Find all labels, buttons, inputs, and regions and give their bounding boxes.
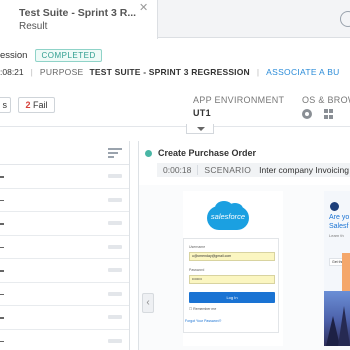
row-marker — [0, 317, 4, 319]
remember-me: ☐ Remember me — [189, 307, 217, 311]
loading-icon[interactable] — [340, 11, 350, 27]
tab-strip: Test Suite - Sprint 3 R... Result ✕ — [0, 0, 350, 39]
promo-heading-1: Are yo — [329, 214, 350, 221]
tab-subtitle: Result — [19, 21, 48, 32]
username-label: Username — [189, 245, 206, 249]
session-row: ession COMPLETED — [0, 48, 102, 62]
filter-fail-button[interactable]: 2 Fail — [18, 97, 55, 113]
close-icon[interactable]: ✕ — [139, 3, 148, 14]
step-duration: 0:00:18 — [157, 165, 199, 175]
list-item[interactable] — [0, 259, 129, 283]
row-indicator — [108, 221, 122, 225]
fail-label: Fail — [33, 100, 48, 110]
row-indicator — [108, 197, 122, 202]
list-item[interactable] — [0, 212, 129, 236]
list-item[interactable] — [0, 165, 129, 189]
header-divider — [0, 126, 350, 127]
salesforce-logo: salesforce — [207, 201, 249, 230]
tab-title: Test Suite - Sprint 3 R... — [19, 7, 137, 19]
sort-icon[interactable] — [108, 146, 122, 158]
row-indicator — [108, 315, 122, 319]
list-item[interactable] — [0, 283, 129, 306]
row-marker — [0, 246, 4, 248]
logo-text: salesforce — [210, 212, 246, 221]
scenario-name: Inter company Invoicing — [259, 165, 349, 175]
tab-test-suite-result[interactable]: Test Suite - Sprint 3 R... Result ✕ — [0, 0, 158, 39]
row-marker — [0, 293, 4, 295]
row-indicator — [108, 244, 122, 249]
app-environment-label: APP ENVIRONMENT — [193, 95, 285, 105]
promo-illustration-block — [342, 253, 350, 291]
row-marker — [0, 340, 4, 342]
windows-icon — [324, 109, 334, 119]
row-indicator — [108, 268, 122, 272]
status-dot-icon — [145, 150, 152, 157]
password-label: Password — [189, 268, 205, 272]
purpose-label: PURPOSE — [39, 67, 84, 77]
remember-label: Remember me — [193, 307, 217, 311]
collapse-toggle[interactable] — [186, 124, 214, 134]
purpose-row: :08:21 | PURPOSE TEST SUITE - SPRINT 3 R… — [0, 66, 340, 78]
associate-bug-link[interactable]: ASSOCIATE A BU — [266, 67, 339, 77]
row-marker — [0, 270, 4, 272]
scenario-label: SCENARIO — [204, 165, 252, 175]
username-field: u@cmenday@gmail.com — [189, 252, 275, 261]
session-time: :08:21 — [0, 67, 24, 77]
forgot-password-link: Forgot Your Password? — [185, 319, 222, 323]
os-browser-label: OS & BROW — [302, 95, 350, 105]
password-field: •••••••• — [189, 275, 275, 284]
row-indicator — [108, 174, 122, 178]
chrome-icon — [302, 109, 312, 119]
list-item[interactable] — [0, 306, 129, 330]
row-marker — [0, 176, 4, 178]
purpose-value: TEST SUITE - SPRINT 3 REGRESSION — [89, 67, 250, 77]
test-list-panel — [0, 141, 130, 350]
screenshot-promo-panel: Are yo Salesf Learn th Get the — [324, 191, 350, 346]
app-environment-value: UT1 — [193, 108, 211, 118]
login-button: Log In — [189, 292, 275, 303]
screenshot-login-page: salesforce Username u@cmenday@gmail.com … — [183, 191, 283, 346]
promo-heading-2: Salesf — [329, 223, 349, 230]
session-label: ession — [0, 49, 28, 61]
separator: | — [256, 67, 260, 77]
list-header — [0, 141, 129, 165]
row-marker — [0, 199, 4, 201]
filter-pass-button[interactable]: s — [0, 97, 11, 113]
step-detail-panel: Create Purchase Order 0:00:18 SCENARIO I… — [138, 141, 350, 350]
step-meta: 0:00:18 SCENARIO Inter company Invoicing — [157, 163, 350, 177]
promo-text: Learn th — [329, 233, 344, 238]
step-title: Create Purchase Order — [158, 148, 257, 158]
chevron-left-icon[interactable]: ‹ — [142, 293, 154, 313]
mountain-illustration — [324, 291, 350, 346]
fail-count: 2 — [25, 100, 31, 110]
list-item[interactable] — [0, 330, 129, 350]
list-item[interactable] — [0, 236, 129, 259]
row-indicator — [108, 338, 122, 343]
row-marker — [0, 223, 4, 225]
list-item[interactable] — [0, 189, 129, 212]
status-badge: COMPLETED — [35, 48, 102, 62]
row-indicator — [108, 291, 122, 296]
separator: | — [30, 67, 33, 77]
promo-avatar — [330, 202, 339, 211]
